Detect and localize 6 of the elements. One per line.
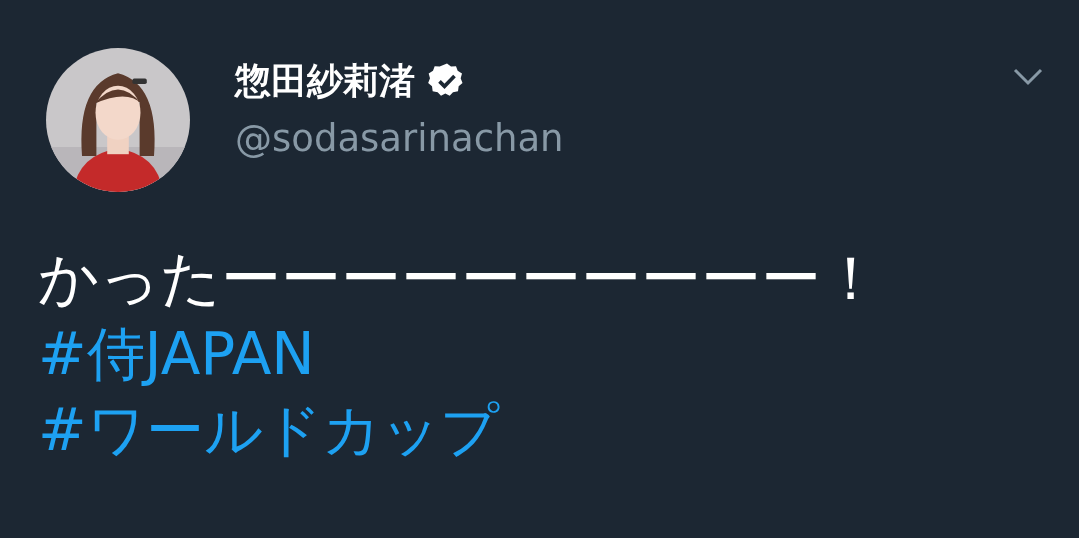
hashtag-link[interactable]: #ワールドカップ xyxy=(38,392,499,468)
tweet-text: かったーーーーーーーーーー！ xyxy=(38,242,881,315)
chevron-down-icon[interactable] xyxy=(1013,68,1043,86)
user-handle[interactable]: @sodasarinachan xyxy=(235,116,1013,162)
user-name: 惣田紗莉渚 xyxy=(235,59,415,103)
hashtag-link[interactable]: #侍JAPAN xyxy=(38,316,315,392)
